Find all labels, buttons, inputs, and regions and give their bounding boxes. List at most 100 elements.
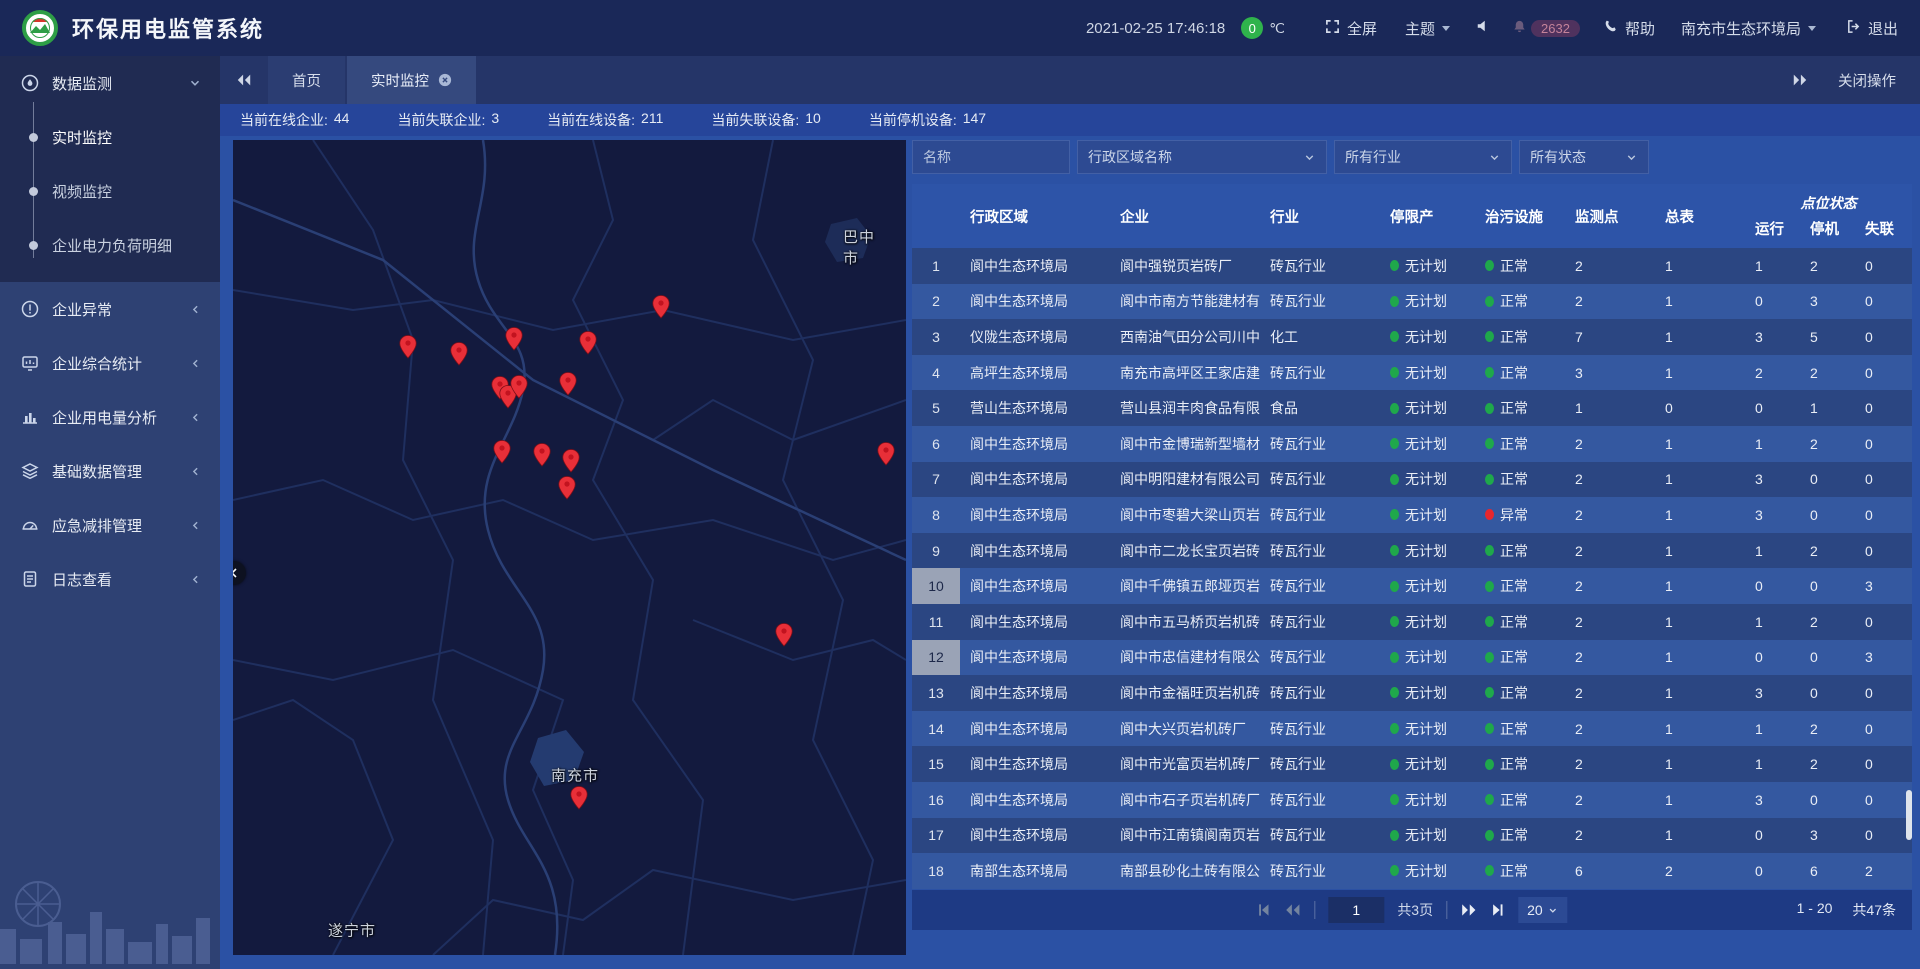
map-pin[interactable] xyxy=(579,331,597,355)
table-row[interactable]: 10 阆中生态环境局 阆中千佛镇五郎垭页岩 砖瓦行业 无计划 正常 2 1 0 … xyxy=(912,568,1912,604)
limit-status-dot xyxy=(1390,545,1399,556)
map-pin[interactable] xyxy=(652,295,670,319)
cell-industry: 砖瓦行业 xyxy=(1260,291,1380,311)
map-pin[interactable] xyxy=(877,442,895,466)
industry-filter-select[interactable]: 所有行业 xyxy=(1334,140,1512,174)
map-pin[interactable] xyxy=(558,476,576,500)
map-panel[interactable]: 巴中市南充市遂宁市 xyxy=(233,140,906,955)
tab-realtime-monitor[interactable]: 实时监控 xyxy=(347,56,476,104)
sidebar-item-power-load-detail[interactable]: 企业电力负荷明细 xyxy=(0,218,220,272)
org-dropdown[interactable]: 南充市生态环境局 xyxy=(1681,18,1816,39)
last-page-button[interactable] xyxy=(1490,903,1505,917)
facility-status-label: 正常 xyxy=(1500,363,1528,383)
map-pin[interactable] xyxy=(559,372,577,396)
table-row[interactable]: 16 阆中生态环境局 阆中市石子页岩机砖厂 砖瓦行业 无计划 正常 2 1 3 … xyxy=(912,782,1912,818)
sidebar-item-emergency-reduction[interactable]: 应急减排管理 xyxy=(0,498,220,552)
logout-button[interactable]: 退出 xyxy=(1846,18,1898,39)
map-pin[interactable] xyxy=(505,327,523,351)
tab-home[interactable]: 首页 xyxy=(268,56,345,104)
cell-facility: 正常 xyxy=(1475,541,1565,561)
sidebar-item-video-monitor[interactable]: 视频监控 xyxy=(0,164,220,218)
limit-status-dot xyxy=(1390,296,1399,307)
table-row[interactable]: 12 阆中生态环境局 阆中市忠信建材有限公 砖瓦行业 无计划 正常 2 1 0 … xyxy=(912,640,1912,676)
map-pin[interactable] xyxy=(493,440,511,464)
map-pin[interactable] xyxy=(775,623,793,647)
table-row[interactable]: 7 阆中生态环境局 阆中明阳建材有限公司 砖瓦行业 无计划 正常 2 1 3 0… xyxy=(912,462,1912,498)
help-button[interactable]: 帮助 xyxy=(1604,18,1655,39)
table-row[interactable]: 4 高坪生态环境局 南充市高坪区王家店建 砖瓦行业 无计划 正常 3 1 2 2… xyxy=(912,355,1912,391)
cell-company: 阆中市光富页岩机砖厂 xyxy=(1110,754,1260,774)
fullscreen-label: 全屏 xyxy=(1347,18,1377,39)
cell-run: 3 xyxy=(1745,329,1800,345)
sidebar-item-enterprise-alert[interactable]: 企业异常 xyxy=(0,282,220,336)
table-scrollbar[interactable] xyxy=(1906,790,1912,840)
tabs-scroll-right-button[interactable] xyxy=(1792,73,1808,87)
sidebar-item-base-data[interactable]: 基础数据管理 xyxy=(0,444,220,498)
theme-dropdown[interactable]: 主题 xyxy=(1405,18,1450,39)
sidebar-item-label: 基础数据管理 xyxy=(52,461,142,482)
tabs-scroll-left-button[interactable] xyxy=(220,56,268,104)
table-row[interactable]: 2 阆中生态环境局 阆中市南方节能建材有 砖瓦行业 无计划 正常 2 1 0 3… xyxy=(912,284,1912,320)
cell-run: 1 xyxy=(1745,756,1800,772)
enterprise-table: 行政区域 企业 行业 停限产 治污设施 监测点 总表 点位状态 xyxy=(912,184,1912,890)
facility-status-label: 正常 xyxy=(1500,256,1528,276)
page-size-select[interactable]: 20 xyxy=(1518,897,1568,923)
close-operations-button[interactable]: 关闭操作 xyxy=(1838,70,1896,91)
table-row[interactable]: 6 阆中生态环境局 阆中市金博瑞新型墙材 砖瓦行业 无计划 正常 2 1 1 2… xyxy=(912,426,1912,462)
sidebar-item-power-analysis[interactable]: 企业用电量分析 xyxy=(0,390,220,444)
facility-status-dot xyxy=(1485,296,1494,307)
notifications[interactable]: 2632 xyxy=(1512,19,1580,38)
page-number-input[interactable]: 1 xyxy=(1328,897,1384,923)
limit-status-label: 无计划 xyxy=(1405,576,1447,596)
cell-industry: 砖瓦行业 xyxy=(1260,861,1380,881)
prev-page-button[interactable] xyxy=(1284,903,1301,917)
region-filter-select[interactable]: 行政区域名称 xyxy=(1077,140,1327,174)
table-row[interactable]: 8 阆中生态环境局 阆中市枣碧大梁山页岩 砖瓦行业 无计划 异常 2 1 3 0… xyxy=(912,497,1912,533)
facility-status-label: 正常 xyxy=(1500,612,1528,632)
limit-status-label: 无计划 xyxy=(1405,719,1447,739)
cell-lost: 3 xyxy=(1855,649,1912,665)
submenu-item-label: 视频监控 xyxy=(52,181,112,202)
total-pages-label: 共3页 xyxy=(1397,900,1433,920)
cell-lost: 0 xyxy=(1855,400,1912,416)
map-pin[interactable] xyxy=(510,375,528,399)
map-pin[interactable] xyxy=(533,443,551,467)
table-row[interactable]: 18 南部生态环境局 南部县砂化土砖有限公 砖瓦行业 无计划 正常 6 2 0 … xyxy=(912,853,1912,889)
table-row[interactable]: 17 阆中生态环境局 阆中市江南镇阆南页岩 砖瓦行业 无计划 正常 2 1 0 … xyxy=(912,818,1912,854)
chevron-down-icon xyxy=(188,76,202,90)
sound-button[interactable] xyxy=(1476,19,1490,37)
data-monitor-icon xyxy=(20,73,40,93)
map-pin[interactable] xyxy=(570,786,588,810)
sidebar-item-realtime-monitor[interactable]: 实时监控 xyxy=(0,110,220,164)
close-icon[interactable] xyxy=(438,73,452,87)
table-row[interactable]: 13 阆中生态环境局 阆中市金福旺页岩机砖 砖瓦行业 无计划 正常 2 1 3 … xyxy=(912,675,1912,711)
cell-meters: 1 xyxy=(1655,471,1745,487)
tab-operations: 关闭操作 xyxy=(1792,56,1920,104)
limit-status-dot xyxy=(1390,474,1399,485)
next-page-button[interactable] xyxy=(1460,903,1477,917)
table-row[interactable]: 9 阆中生态环境局 阆中市二龙长宝页岩砖 砖瓦行业 无计划 正常 2 1 1 2… xyxy=(912,533,1912,569)
cell-industry: 化工 xyxy=(1260,327,1380,347)
sidebar-item-log-view[interactable]: 日志查看 xyxy=(0,552,220,606)
row-index: 8 xyxy=(912,497,960,533)
facility-status-dot xyxy=(1485,865,1494,876)
fullscreen-button[interactable]: 全屏 xyxy=(1325,18,1377,39)
status-filter-select[interactable]: 所有状态 xyxy=(1519,140,1649,174)
facility-status-label: 正常 xyxy=(1500,469,1528,489)
first-page-button[interactable] xyxy=(1256,903,1271,917)
cell-lost: 0 xyxy=(1855,756,1912,772)
cell-region: 阆中生态环境局 xyxy=(960,790,1110,810)
name-filter-input[interactable] xyxy=(923,149,1059,165)
table-row[interactable]: 15 阆中生态环境局 阆中市光富页岩机砖厂 砖瓦行业 无计划 正常 2 1 1 … xyxy=(912,746,1912,782)
sidebar-item-label: 日志查看 xyxy=(52,569,112,590)
table-row[interactable]: 11 阆中生态环境局 阆中市五马桥页岩机砖 砖瓦行业 无计划 正常 2 1 1 … xyxy=(912,604,1912,640)
cell-points: 2 xyxy=(1565,721,1655,737)
table-row[interactable]: 1 阆中生态环境局 阆中强锐页岩砖厂 砖瓦行业 无计划 正常 2 1 1 2 0 xyxy=(912,248,1912,284)
table-row[interactable]: 14 阆中生态环境局 阆中大兴页岩机砖厂 砖瓦行业 无计划 正常 2 1 1 2… xyxy=(912,711,1912,747)
map-pin[interactable] xyxy=(450,342,468,366)
table-row[interactable]: 5 营山生态环境局 营山县润丰肉食品有限 食品 无计划 正常 1 0 0 1 0 xyxy=(912,390,1912,426)
map-pin[interactable] xyxy=(399,335,417,359)
table-row[interactable]: 3 仪陇生态环境局 西南油气田分公司川中 化工 无计划 正常 7 1 3 5 0 xyxy=(912,319,1912,355)
map-pin[interactable] xyxy=(562,449,580,473)
sidebar-item-enterprise-statistics[interactable]: 企业综合统计 xyxy=(0,336,220,390)
